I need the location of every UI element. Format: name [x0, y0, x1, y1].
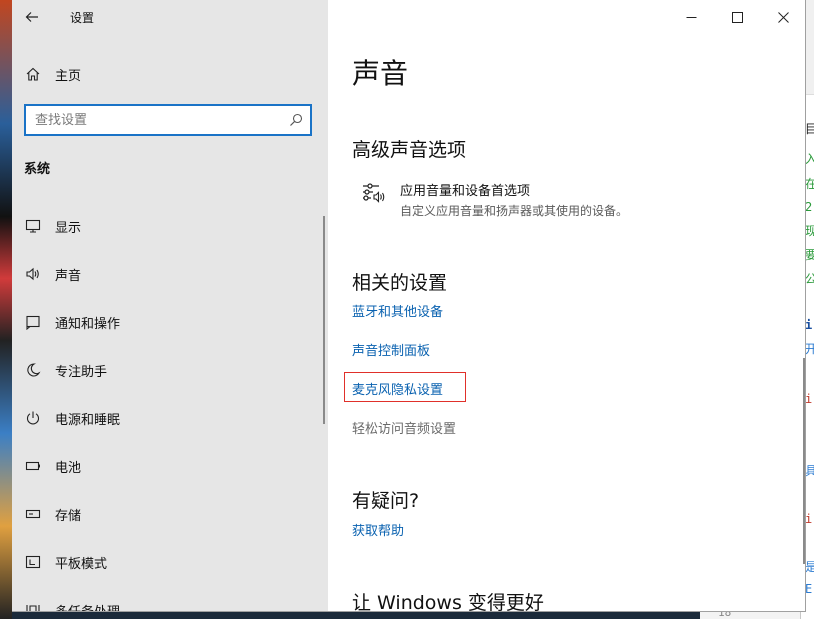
background-editor-text: 现 — [805, 224, 814, 238]
content-scrollbar[interactable] — [803, 358, 805, 564]
close-button[interactable] — [760, 0, 805, 34]
power-icon — [25, 410, 41, 426]
sidebar-item-label: 主页 — [55, 68, 82, 84]
maximize-icon — [731, 11, 743, 23]
sidebar-item-label: 专注助手 — [55, 364, 108, 380]
search-icon[interactable] — [289, 113, 303, 127]
page-title: 声音 — [352, 57, 409, 90]
search-box[interactable] — [24, 104, 312, 136]
desktop-background — [0, 0, 12, 619]
heading-have-question: 有疑问? — [352, 490, 420, 512]
background-editor-text: i — [805, 392, 813, 406]
link-microphone-privacy[interactable]: 麦克风隐私设置 — [352, 379, 443, 398]
sidebar-scrollbar[interactable] — [323, 216, 325, 424]
sidebar-item-label: 通知和操作 — [55, 316, 121, 332]
sidebar-nav-list: 显示 声音 通知和操作 专注助手 电源和睡眠 电池 存储 平板模式 多任务处理 — [12, 202, 328, 612]
background-editor-text: 公 — [805, 272, 814, 286]
moon-icon — [25, 362, 41, 378]
background-editor-text: 是 — [805, 560, 814, 574]
section-title-system: 系统 — [24, 162, 51, 177]
window-controls — [668, 0, 805, 34]
search-input[interactable] — [35, 112, 275, 128]
window-title: 设置 — [70, 10, 95, 25]
link-get-help[interactable]: 获取帮助 — [352, 520, 404, 539]
speaker-icon — [25, 266, 41, 282]
sidebar-item-label: 多任务处理 — [55, 604, 121, 612]
background-editor-text: 要 — [805, 248, 814, 262]
sidebar-item-battery[interactable]: 电池 — [12, 442, 328, 490]
storage-icon — [25, 506, 41, 522]
background-editor-text: E — [805, 582, 813, 596]
sidebar-item-label: 平板模式 — [55, 556, 108, 572]
titlebar-left: 设置 — [12, 0, 328, 34]
heading-make-windows-better: 让 Windows 变得更好 — [352, 592, 544, 612]
sidebar-item-label: 声音 — [55, 268, 82, 284]
back-button[interactable] — [12, 0, 52, 34]
multitask-icon — [25, 602, 41, 611]
app-volume-name: 应用音量和设备首选项 — [400, 184, 531, 199]
app-volume-description: 自定义应用音量和扬声器或其使用的设备。 — [400, 204, 629, 218]
sidebar-item-tablet-mode[interactable]: 平板模式 — [12, 538, 328, 586]
sidebar-item-focus-assist[interactable]: 专注助手 — [12, 346, 328, 394]
sidebar-item-sound[interactable]: 声音 — [12, 250, 328, 298]
heading-related-settings: 相关的设置 — [352, 272, 448, 294]
sidebar-item-storage[interactable]: 存储 — [12, 490, 328, 538]
sidebar: 设置 主页 系统 显示 — [12, 0, 328, 612]
background-editor-text: 在 — [805, 177, 814, 191]
background-editor-text: 目 — [805, 122, 814, 136]
maximize-button[interactable] — [714, 0, 760, 34]
background-editor-text: 开 — [805, 342, 814, 356]
app-volume-text: 应用音量和设备首选项 自定义应用音量和扬声器或其使用的设备。 — [400, 180, 628, 219]
monitor-icon — [25, 218, 41, 234]
sidebar-item-label: 电池 — [55, 460, 82, 476]
background-editor-text: i — [805, 318, 813, 332]
background-editor-text: i — [805, 512, 813, 526]
link-sound-control-panel[interactable]: 声音控制面板 — [352, 340, 430, 359]
link-ease-of-access-audio[interactable]: 轻松访问音频设置 — [352, 418, 456, 437]
app-volume-preferences-item[interactable]: 应用音量和设备首选项 自定义应用音量和扬声器或其使用的设备。 — [362, 180, 628, 219]
close-icon — [777, 11, 789, 23]
link-bluetooth-devices[interactable]: 蓝牙和其他设备 — [352, 301, 443, 320]
minimize-icon — [686, 16, 696, 18]
background-editor-text: 具 — [805, 464, 814, 478]
minimize-button[interactable] — [668, 0, 714, 34]
sliders-speaker-icon — [363, 183, 385, 203]
background-editor-text: 入 — [805, 152, 814, 166]
sidebar-item-label: 显示 — [55, 220, 82, 236]
notification-icon — [25, 314, 41, 330]
heading-advanced-sound: 高级声音选项 — [352, 139, 467, 161]
tablet-icon — [25, 554, 41, 570]
battery-icon — [25, 458, 41, 474]
back-arrow-icon — [25, 12, 38, 22]
sidebar-item-label: 存储 — [55, 508, 82, 524]
sidebar-item-power[interactable]: 电源和睡眠 — [12, 394, 328, 442]
sidebar-item-display[interactable]: 显示 — [12, 202, 328, 250]
home-icon — [25, 66, 41, 82]
sidebar-item-notifications[interactable]: 通知和操作 — [12, 298, 328, 346]
sidebar-item-label: 电源和睡眠 — [55, 412, 121, 428]
sidebar-item-home[interactable]: 主页 — [12, 56, 328, 92]
sidebar-item-multitasking[interactable]: 多任务处理 — [12, 586, 328, 612]
settings-window: 设置 主页 系统 显示 — [12, 0, 806, 612]
main-content: 声音 高级声音选项 应用音量和设备首选项 自定义应用音量和扬声器或其使用的设备。… — [328, 0, 805, 612]
background-editor-text: 2 — [805, 200, 813, 214]
